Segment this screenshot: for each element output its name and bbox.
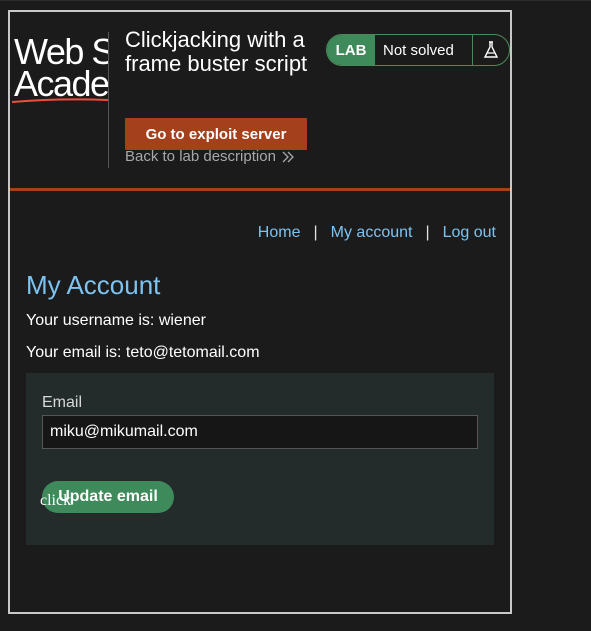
double-chevron-right-icon — [282, 151, 294, 163]
exploit-server-button[interactable]: Go to exploit server — [125, 118, 307, 150]
account-nav: Home | My account | Log out — [258, 224, 496, 242]
nav-separator: | — [425, 224, 430, 241]
change-email-form: Email Update email — [26, 373, 494, 545]
academy-logo[interactable]: Web Se Acade — [10, 32, 108, 104]
clickjacking-decoy-text[interactable]: click — [40, 492, 71, 510]
back-link-label: Back to lab description — [125, 148, 276, 165]
flask-icon — [473, 35, 509, 65]
lab-title: Clickjacking with a frame buster script — [125, 27, 308, 76]
lab-iframe: Web Se Acade Clickjacking with a frame b… — [8, 10, 512, 614]
header-orange-rule — [10, 188, 510, 191]
header-divider — [108, 32, 109, 168]
nav-home-link[interactable]: Home — [258, 224, 301, 242]
email-field[interactable] — [42, 415, 478, 449]
back-to-lab-description-link[interactable]: Back to lab description — [125, 148, 294, 165]
lab-status-widget: LAB Not solved — [326, 34, 510, 66]
email-field-label: Email — [42, 394, 83, 411]
nav-my-account-link[interactable]: My account — [331, 224, 413, 242]
username-text: Your username is: wiener — [26, 312, 206, 329]
logo-swoosh-icon — [12, 98, 108, 103]
nav-log-out-link[interactable]: Log out — [443, 224, 496, 242]
lab-tag: LAB — [327, 35, 375, 65]
current-email-text: Your email is: teto@tetomail.com — [26, 344, 260, 361]
lab-status-text: Not solved — [375, 35, 473, 65]
nav-separator: | — [313, 224, 318, 241]
page-title: My Account — [26, 270, 161, 300]
page-top-border — [0, 0, 591, 1]
